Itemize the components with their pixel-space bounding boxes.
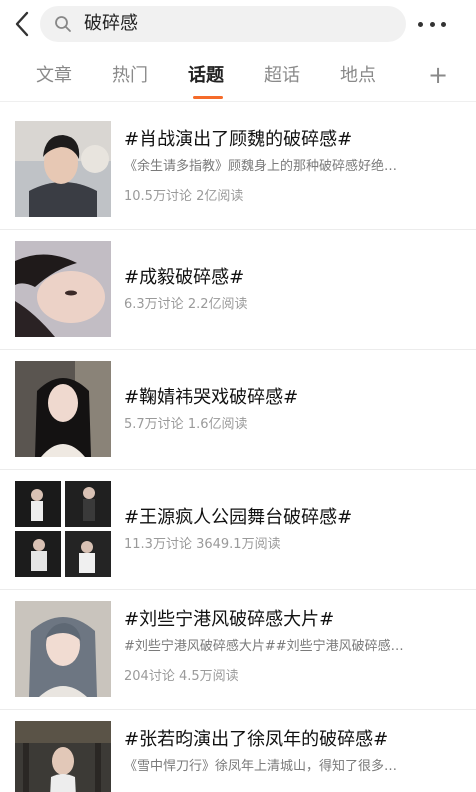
topic-thumbnail <box>15 241 111 337</box>
topic-thumbnail <box>15 601 111 697</box>
discussion-count: 10.5万讨论 <box>124 189 192 204</box>
topic-title: #成毅破碎感# <box>124 267 245 288</box>
search-query: 破碎感 <box>84 13 138 34</box>
topic-title: #王源疯人公园舞台破碎感# <box>124 507 353 528</box>
topic-row[interactable]: #肖战演出了顾魏的破碎感# 《余生请多指教》顾魏身上的那种破碎感好绝… 10.5… <box>0 110 476 230</box>
chevron-left-icon <box>15 11 29 37</box>
back-button[interactable] <box>10 10 34 38</box>
topic-description: #刘些宁港风破碎感大片##刘些宁港风破碎感… <box>124 639 404 654</box>
read-count: 2.2亿阅读 <box>187 297 248 312</box>
tab-articles[interactable]: 文章 <box>36 64 72 88</box>
more-options-button[interactable] <box>416 10 448 38</box>
topic-thumbnail <box>15 121 111 217</box>
search-tabs: 文章 热门 话题 超话 地点 + <box>0 50 476 102</box>
topic-stats: 6.3万讨论 2.2亿阅读 <box>124 296 248 314</box>
read-count: 2亿阅读 <box>196 189 244 204</box>
topic-description: 《雪中悍刀行》徐凤年上清城山，得知了很多… <box>124 759 398 774</box>
topic-title: #鞠婧祎哭戏破碎感# <box>124 387 299 408</box>
tab-places[interactable]: 地点 <box>340 64 376 88</box>
active-tab-indicator <box>193 96 223 99</box>
more-dot-icon <box>418 21 423 27</box>
read-count: 4.5万阅读 <box>178 669 239 684</box>
topic-title: #张若昀演出了徐凤年的破碎感# <box>124 729 389 750</box>
more-dot-icon <box>429 21 435 27</box>
topic-stats: 204讨论 4.5万阅读 <box>124 668 239 686</box>
add-tab-button[interactable]: + <box>428 62 448 88</box>
topic-row[interactable]: #王源疯人公园舞台破碎感# 11.3万讨论 3649.1万阅读 <box>0 470 476 590</box>
topic-row[interactable]: #成毅破碎感# 6.3万讨论 2.2亿阅读 <box>0 230 476 350</box>
topic-stats: 5.7万讨论 1.6亿阅读 <box>124 416 248 434</box>
search-icon <box>55 16 71 32</box>
topic-stats: 11.3万讨论 3649.1万阅读 <box>124 536 281 554</box>
topic-row[interactable]: #刘些宁港风破碎感大片# #刘些宁港风破碎感大片##刘些宁港风破碎感… 204讨… <box>0 590 476 710</box>
topic-title: #肖战演出了顾魏的破碎感# <box>124 129 353 150</box>
topic-row[interactable]: #张若昀演出了徐凤年的破碎感# 《雪中悍刀行》徐凤年上清城山，得知了很多… <box>0 710 476 792</box>
search-input[interactable]: 破碎感 <box>40 6 406 42</box>
discussion-count: 5.7万讨论 <box>124 417 184 432</box>
read-count: 1.6亿阅读 <box>187 417 248 432</box>
topic-title: #刘些宁港风破碎感大片# <box>124 609 335 630</box>
discussion-count: 11.3万讨论 <box>124 537 192 552</box>
topic-description: 《余生请多指教》顾魏身上的那种破碎感好绝… <box>124 159 398 174</box>
topic-row[interactable]: #鞠婧祎哭戏破碎感# 5.7万讨论 1.6亿阅读 <box>0 350 476 470</box>
tab-topics[interactable]: 话题 <box>188 64 224 88</box>
read-count: 3649.1万阅读 <box>196 537 281 552</box>
discussion-count: 204讨论 <box>124 669 175 684</box>
tab-popular[interactable]: 热门 <box>112 64 148 88</box>
topic-stats: 10.5万讨论 2亿阅读 <box>124 188 243 206</box>
topic-thumbnail <box>15 481 111 577</box>
topic-thumbnail <box>15 721 111 792</box>
more-dot-icon <box>441 21 446 27</box>
topic-thumbnail <box>15 361 111 457</box>
discussion-count: 6.3万讨论 <box>124 297 184 312</box>
tab-super-topics[interactable]: 超话 <box>264 64 300 88</box>
top-bar: 破碎感 <box>0 0 476 50</box>
